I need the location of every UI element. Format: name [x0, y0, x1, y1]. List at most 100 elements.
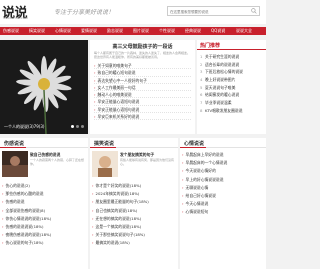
bullet-icon: › [182, 184, 184, 190]
list-item[interactable]: › 致自己的暖心短句说说 [94, 69, 191, 77]
slide-dots [69, 124, 84, 130]
bullet-icon: › [2, 215, 4, 221]
list-item[interactable]: › 今天心情说说 [182, 200, 264, 208]
category-top-item[interactable]: 致自己伤感的说说 一个人的寂寞两个人的错，心碎了还在想你。 [2, 151, 88, 179]
list-item-label: 今天说说心情好的 [185, 168, 216, 174]
list-item[interactable]: › 给自己好心情说说 [182, 192, 264, 200]
list-item[interactable]: › 关于如意的唯美句子 [94, 62, 191, 70]
list-item[interactable]: › 无聊说说心情 [182, 184, 264, 192]
list-item[interactable]: › 早晨起床的一个心情说说 [182, 159, 264, 167]
list-item-label: 夏天说说句子唯美 [205, 84, 236, 90]
hot-list: 1 关于研究生涯的说说 2 适合长辈的说说说说 3 下班后放松心情的说说 4 晚上好说说… [200, 53, 264, 115]
list-item-label: 伤感的说说说说(18%) [5, 223, 44, 229]
list-item[interactable]: › 关于那些搞笑说说句子(18%) [92, 231, 176, 239]
list-item[interactable]: › 最搞笑的说说(18%) [92, 239, 176, 247]
bullet-icon: › [94, 106, 96, 112]
bullet-icon: › [182, 160, 184, 166]
logo-subtitle: shuoshuo.com [3, 16, 29, 20]
list-item[interactable]: 7 毕业季说说温柔 [200, 99, 264, 107]
list-item[interactable]: › 早安巨来机关系好的说说 [94, 113, 191, 121]
category-list: › 早晨起床上早好的说说 › 早晨起床的一个心情说说 › 今天说说心情好的 › 早上的好… [182, 151, 264, 217]
category-title[interactable]: 心情说说 [184, 140, 204, 147]
list-item[interactable]: 4 晚上好说说带图片 [200, 76, 264, 84]
list-item[interactable]: › 全部说说伤感的说说(8) [2, 207, 86, 215]
nav-item[interactable]: 搞笑说说 [29, 28, 45, 34]
list-item-label: 伤心的说说(2) [5, 183, 30, 188]
bullet-icon: › [94, 77, 96, 83]
nav-item[interactable]: 说说大全 [236, 28, 252, 34]
list-item[interactable]: 8 KTV唱歌发朋友圈说说 [200, 107, 264, 115]
list-item[interactable]: › 早安正能量心语短句说说 [94, 106, 191, 114]
list-item[interactable]: › 表达失望心中一人很好的句子 [94, 77, 191, 84]
list-item-label: 早晨起床上早好的说说 [185, 152, 224, 157]
bullet-icon: › [182, 209, 184, 215]
nav-item[interactable]: 经典说说 [185, 28, 201, 34]
category-top-desc: 有些人能够有说有笑，那是因为他们没有心。 [120, 158, 175, 166]
bullet-icon: › [182, 168, 184, 174]
bullet-icon: › [2, 183, 4, 188]
nav-item[interactable]: 心情说说 [55, 28, 71, 34]
list-item[interactable]: 6 给闺蜜发的暖心说说 [200, 91, 264, 99]
list-item-label: 心情说说短句 [185, 209, 209, 215]
list-item[interactable]: › 自己也搞笑的说说(18%) [92, 207, 176, 215]
feature-article: 高三父母鼓励孩子的一段话 每个人都有属于自己的一片森林，迷失的人迷失了，相逢的人… [90, 40, 195, 134]
list-item[interactable]: 2 适合长辈的说说说说 [200, 61, 264, 69]
bullet-icon: › [2, 240, 4, 246]
category-list: › 伤心的说说(2) › 那些伤感的心酸的说说 › 伤感的说说 › 全部说说伤感的说说(… [2, 182, 86, 248]
list-item[interactable]: 1 关于研究生涯的说说 [200, 53, 264, 61]
list-item[interactable]: › 2024年搞笑的说说(18%) [92, 190, 176, 198]
bullet-icon: › [94, 99, 96, 105]
list-item[interactable]: › 朋友圈里最正能量的句子(18%) [92, 198, 176, 206]
nav-item[interactable]: 图片说说 [133, 28, 149, 34]
feature-title[interactable]: 高三父母鼓励孩子的一段话 [90, 43, 195, 50]
list-item-label: 早晨起床的一个心情说说 [185, 160, 228, 166]
search-icon[interactable] [250, 8, 258, 14]
slide-caption: 一个人的说说(3)79(3) [4, 124, 45, 129]
list-item[interactable]: › 还在想的搞笑的说说(18%) [92, 215, 176, 223]
category-title[interactable]: 搞笑说说 [94, 140, 114, 147]
search-box [167, 6, 260, 16]
list-item[interactable]: › 女人工作最美丽一句话 [94, 84, 191, 92]
category-list: › 你才是个好笑的说说(18%) › 2024年搞笑的说说(18%) › 朋友圈里最正… [92, 182, 176, 248]
slide-dot[interactable] [71, 125, 74, 128]
nav-item[interactable]: 爱情说说 [81, 28, 97, 34]
nav-item[interactable]: 励志说说 [107, 28, 123, 34]
bullet-icon: › [2, 223, 4, 229]
list-item[interactable]: › 早上的好心情说说说说 [182, 176, 264, 184]
list-item[interactable]: › 你才是个好笑的说说(18%) [92, 182, 176, 190]
list-item-label: 触动人心的唯美说说 [97, 92, 132, 98]
list-item-label: 关于如意的唯美句子 [97, 63, 132, 68]
category-top-item[interactable]: 发个朋友搞笑的句子 有些人能够有说有笑，那是因为他们没有心。 [92, 151, 178, 179]
list-item-label: KTV唱歌发朋友圈说说 [205, 107, 243, 113]
site-slogan: 专注于分享美好说说！ [54, 9, 115, 16]
category-header: 伤感说说 [0, 138, 88, 148]
category-header: 搞笑说说 [90, 138, 178, 148]
list-item[interactable]: 3 下班后放松心情的说说 [200, 68, 264, 76]
list-item[interactable]: › 早安正能量心语短句说说 [94, 98, 191, 106]
nav-item[interactable]: 伤感说说 [3, 28, 19, 34]
list-item[interactable]: › 你伤心情说说的说说(18%) [2, 215, 86, 223]
list-item[interactable]: › 今天说说心情好的 [182, 167, 264, 175]
list-item[interactable]: › 伤心说说的句子(18%) [2, 239, 86, 247]
list-item[interactable]: › 心情说说短句 [182, 208, 264, 216]
hot-recommend: 热门推荐 1 关于研究生涯的说说 2 适合长辈的说说说说 3 下班后放松心情的说说 4… [197, 40, 266, 134]
list-item[interactable]: 5 夏天说说句子唯美 [200, 84, 264, 92]
list-item[interactable]: › 伤感的说说 [2, 198, 86, 206]
list-item[interactable]: › 早晨起床上早好的说说 [182, 151, 264, 159]
list-item[interactable]: › 伤感的说说说说(18%) [2, 223, 86, 231]
slide-dot[interactable] [76, 125, 79, 128]
list-item[interactable]: › 那些伤感的心酸的说说 [2, 190, 86, 198]
feature-slide[interactable]: 一个人的说说(3)79(3) [0, 40, 88, 134]
list-item[interactable]: › 夜晚伤感说说的说说(18%) [2, 231, 86, 239]
slide-dot[interactable] [81, 125, 84, 128]
list-item[interactable]: › 触动人心的唯美说说 [94, 91, 191, 99]
category-title[interactable]: 伤感说说 [4, 140, 24, 147]
list-item[interactable]: › 这是一个搞笑的说说(18%) [92, 223, 176, 231]
nav-item[interactable]: QQ说说 [211, 28, 225, 34]
list-item-label: 适合长辈的说说说说 [205, 61, 240, 67]
list-item[interactable]: › 伤心的说说(2) [2, 182, 86, 190]
search-input[interactable] [170, 8, 248, 15]
nav-item[interactable]: 个性说说 [159, 28, 175, 34]
bullet-icon: › [92, 191, 94, 197]
list-item-label: 全部说说伤感的说说(8) [5, 207, 46, 213]
